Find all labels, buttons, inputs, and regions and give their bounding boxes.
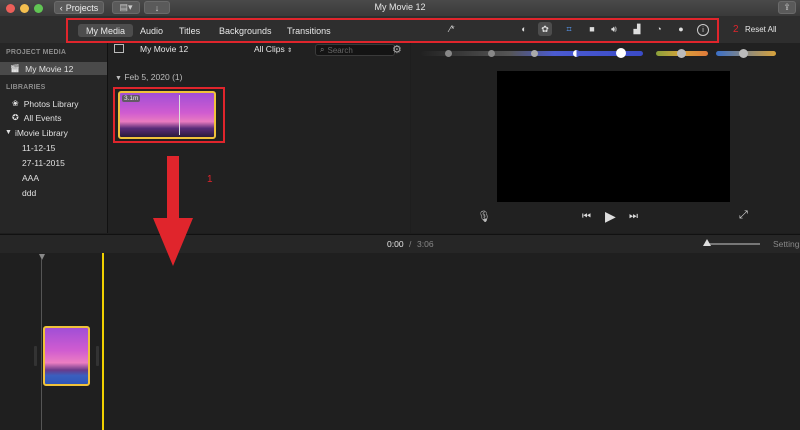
annotation-box-1 [113,87,225,143]
sidebar-item-photos-library[interactable]: ❀ Photos Library [0,97,107,110]
clips-filter-select[interactable]: All Clips ⇕ [254,44,292,54]
contrast-handle[interactable] [573,50,580,57]
zoom-slider-handle[interactable] [703,239,711,246]
saturation-handle[interactable] [677,49,686,58]
temperature-handle[interactable] [739,49,748,58]
timeline-settings-button[interactable]: Settings [773,239,800,249]
skip-back-icon[interactable]: ⏮︎ [582,211,591,222]
clip-trim-handle-left[interactable] [34,346,37,366]
photos-icon: ❀ [12,99,19,108]
share-button[interactable]: ⇪ [778,1,796,14]
gear-icon[interactable]: ⚙ [392,43,402,56]
annotation-label-2: 2 [733,24,739,35]
sidebar-toggle-icon[interactable] [114,44,124,53]
sidebar-item-event-2[interactable]: 27-11-2015 [0,156,107,169]
annotation-label-1: 1 [207,174,213,185]
sidebar-item-event-3[interactable]: AAA [0,171,107,184]
play-icon[interactable]: ▶ [605,208,616,225]
brightness-handle[interactable] [616,48,626,58]
zoom-window-button[interactable] [34,4,43,13]
window-title: My Movie 12 [374,2,426,12]
project-media-header: PROJECT MEDIA [6,49,67,56]
disclosure-triangle-icon[interactable]: ▼ [115,75,122,82]
disclosure-triangle-icon[interactable]: ▼ [5,129,12,136]
timeline-start-marker [39,254,45,260]
highlight-handle[interactable] [531,50,538,57]
midtone-handle[interactable] [488,50,495,57]
browser-title: My Movie 12 [140,44,189,54]
close-window-button[interactable] [6,4,15,13]
timeline-clip[interactable] [43,326,90,386]
sidebar-item-event-1[interactable]: 11-12-15 [0,141,107,154]
star-icon: ✪ [12,113,19,122]
sidebar-item-event-4[interactable]: ddd [0,186,107,199]
search-input[interactable]: ⌕ Search [315,44,395,56]
arrow-shaft [167,156,179,222]
search-icon: ⌕ [320,45,325,54]
sidebar-item-imovie-library[interactable]: ▼ iMovie Library [0,126,107,139]
annotation-arrow-down [153,156,193,266]
voiceover-microphone-icon[interactable]: 🎙︎ [477,210,491,223]
timeline[interactable] [0,253,800,430]
updown-chevron-icon: ⇕ [287,48,293,54]
fullscreen-icon[interactable]: ⤢ [739,209,748,222]
sidebar-item-all-events[interactable]: ✪ All Events [0,111,107,124]
chevron-left-icon: ‹ [59,2,63,13]
preview-screen[interactable] [497,71,730,202]
time-separator: / [409,239,412,249]
playhead[interactable] [102,253,104,430]
clip-trim-handle-right[interactable] [96,346,99,366]
import-media-button[interactable]: ▤▾ [112,1,140,14]
date-group-header: ▼ Feb 5, 2020 (1) [115,72,183,82]
projects-back-button[interactable]: ‹ Projects [54,1,104,14]
share-icon: ⇪ [783,2,791,12]
reset-all-button[interactable]: Reset All [745,25,777,34]
browser-header: My Movie 12 All Clips ⇕ ⌕ Search ⚙ [108,43,410,58]
viewer-panel: 🎙︎ ⏮︎ ▶ ⏭︎ ⤢ [411,43,800,233]
shadow-handle[interactable] [445,50,452,57]
timeline-header: 0:00 / 3:06 Settings [0,234,800,254]
total-time: 3:06 [417,239,434,249]
arrow-head [153,218,193,266]
minimize-window-button[interactable] [20,4,29,13]
skip-forward-icon[interactable]: ⏭︎ [629,211,638,222]
sidebar-item-project[interactable]: 🎬︎ My Movie 12 [0,62,107,75]
download-arrow-icon: ↓ [154,2,160,13]
download-button[interactable]: ↓ [144,1,170,14]
libraries-header: LIBRARIES [6,84,46,91]
timeline-start-line [41,259,42,430]
libraries-sidebar: PROJECT MEDIA 🎬︎ My Movie 12 LIBRARIES ❀… [0,43,108,233]
annotation-box-2 [66,18,719,43]
title-bar: ‹ Projects ▤▾ ↓ My Movie 12 ⇪ [0,0,800,17]
zoom-slider[interactable] [706,243,760,245]
current-time: 0:00 [387,239,404,249]
film-import-icon: ▤▾ [119,2,133,12]
clapper-icon: 🎬︎ [10,64,21,73]
